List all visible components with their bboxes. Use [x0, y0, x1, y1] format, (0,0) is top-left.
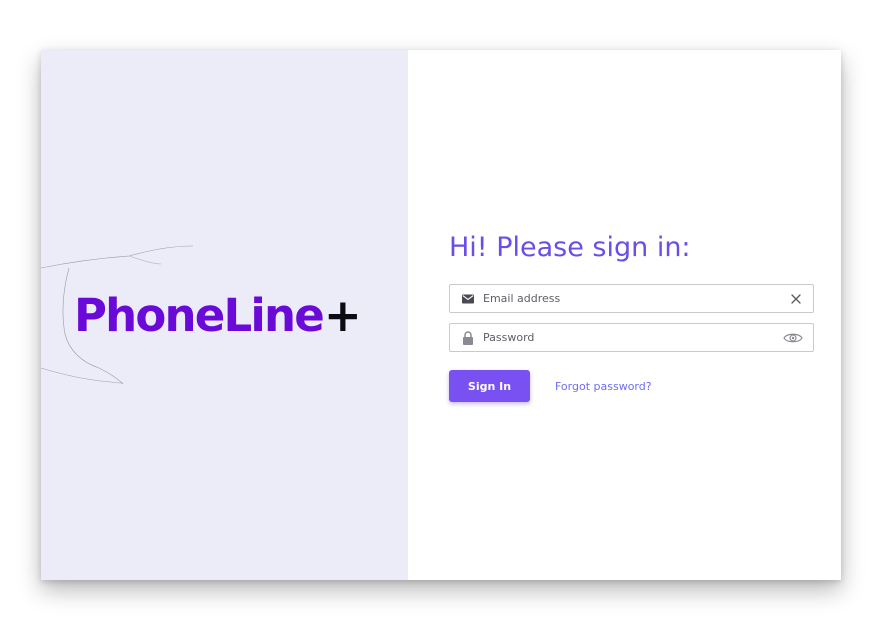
brand-logo-text: PhoneLine: [74, 289, 325, 342]
login-card: PhoneLine+ Hi! Please sign in: Email add…: [41, 50, 841, 580]
eye-icon[interactable]: [783, 330, 803, 346]
brand-panel: PhoneLine+: [41, 50, 408, 580]
sign-in-button[interactable]: Sign In: [449, 370, 530, 402]
brand-logo-plus: +: [323, 289, 362, 342]
email-input[interactable]: [483, 285, 773, 312]
password-input[interactable]: [483, 324, 773, 351]
page-title: Hi! Please sign in:: [449, 232, 691, 263]
brand-logo: PhoneLine+: [74, 288, 362, 344]
forgot-password-link[interactable]: Forgot password?: [555, 380, 652, 393]
lock-icon: [463, 331, 473, 345]
signin-panel: Hi! Please sign in: Sign In: [408, 50, 841, 580]
clear-icon[interactable]: [789, 291, 803, 307]
password-field[interactable]: [449, 323, 814, 352]
email-field[interactable]: [449, 284, 814, 313]
mail-icon: [462, 294, 474, 304]
